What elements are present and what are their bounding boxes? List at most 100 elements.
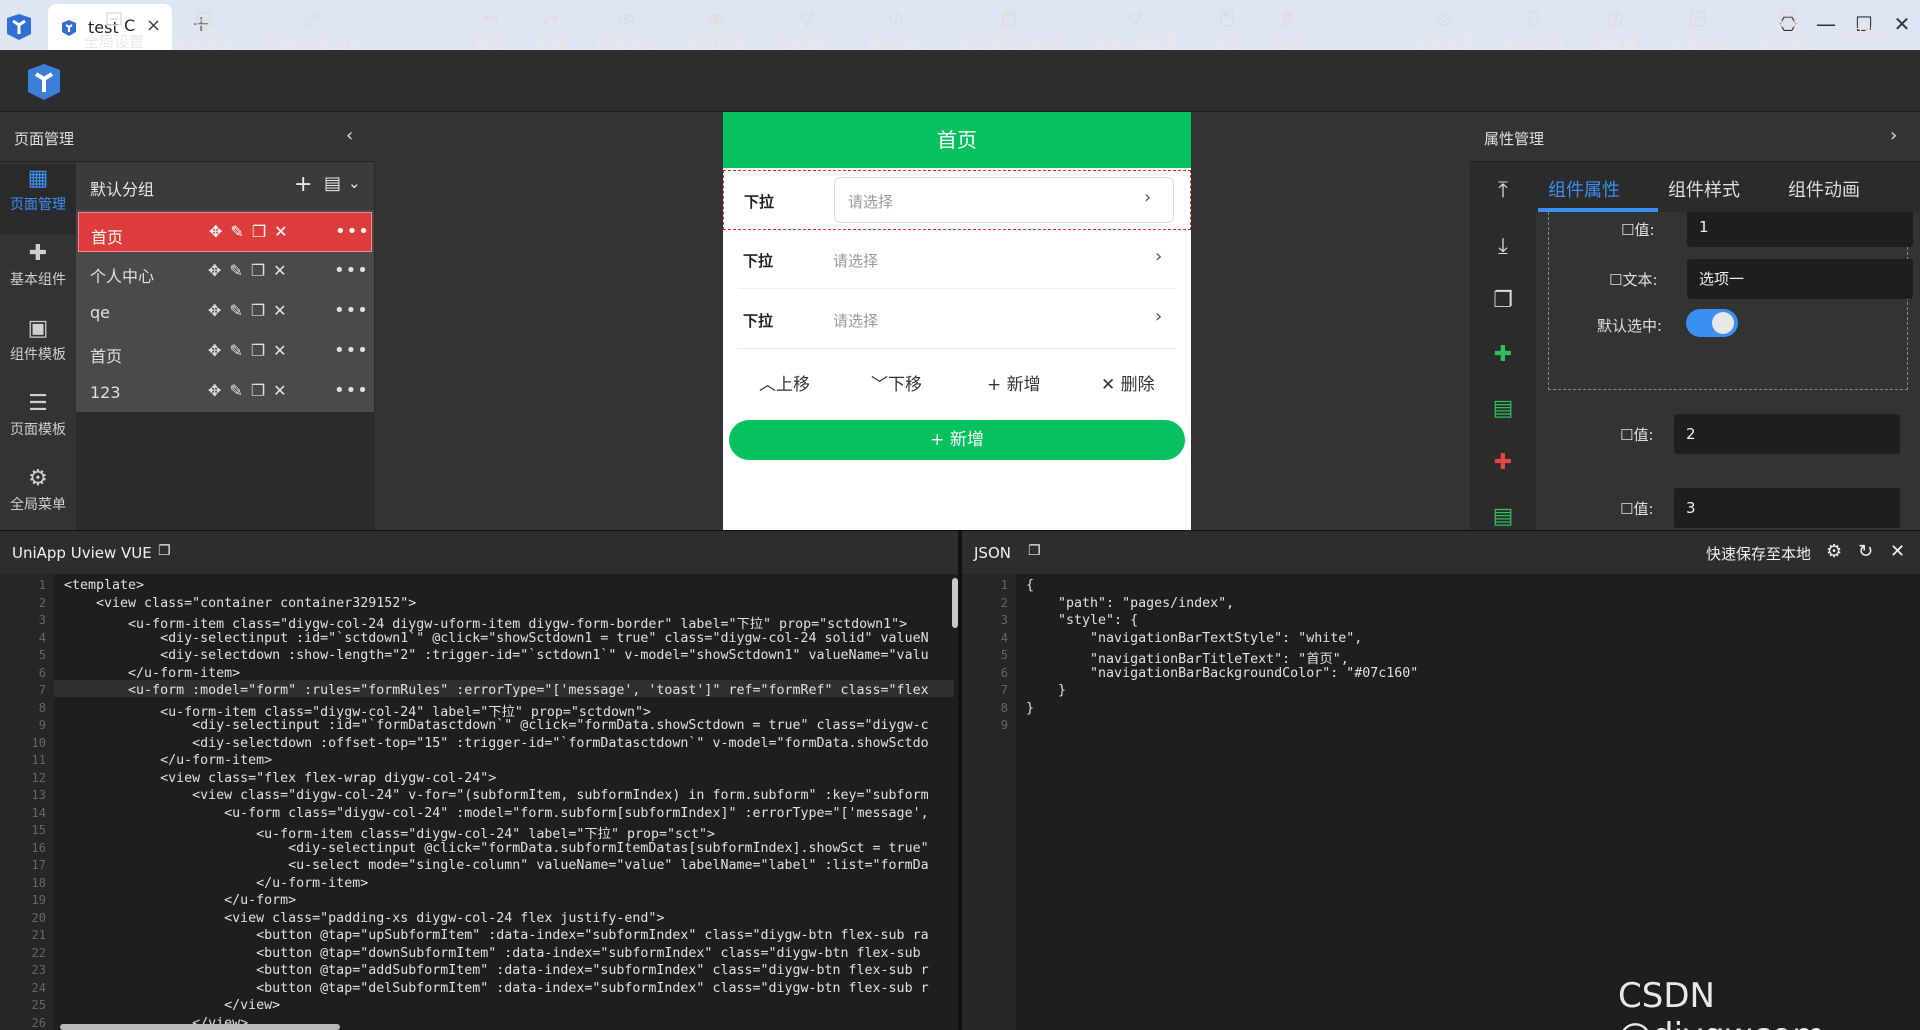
move-down-button[interactable]: ﹀下移 [871, 370, 922, 395]
page-row[interactable]: 首页 ✥✎❐✕ ••• [78, 332, 372, 372]
share-app-button[interactable]: 分享应用 [1668, 10, 1728, 56]
undo-button[interactable]: 撤销 [476, 10, 506, 56]
code-line: </view> [64, 998, 281, 1013]
page-row-actions-icon[interactable]: ✥✎❐✕ [209, 222, 296, 241]
device-preview-button[interactable]: 真机预览 [686, 10, 746, 56]
line-number: 2 [1000, 595, 1008, 610]
phone-select-row[interactable]: 下拉 请选择 › [723, 230, 1191, 290]
quick-save-button[interactable]: 快速保存至本地 [1706, 543, 1811, 564]
line-number: 9 [1000, 718, 1008, 732]
toolbar-label: 默认手机 [1504, 33, 1565, 51]
code-line: <diy-selectinput :id="`sctdown1`" @click… [64, 630, 929, 646]
gear-icon[interactable]: ⚙ [1826, 541, 1842, 562]
phone-select-row[interactable]: 下拉 请选择 › [723, 170, 1191, 230]
eye-icon [596, 10, 656, 30]
collapse-right-icon[interactable]: › [1890, 125, 1897, 146]
page-row-actions-icon[interactable]: ✥✎❐✕ [208, 341, 295, 360]
more-icon[interactable]: ••• [334, 380, 369, 401]
page-name: 首页 [91, 228, 124, 247]
close-icon[interactable]: ✕ [1890, 541, 1905, 562]
puzzle-green-icon[interactable]: ✚ [1490, 342, 1516, 368]
line-number: 17 [31, 858, 46, 872]
clear-button[interactable]: 消空 [1272, 10, 1302, 56]
value-input[interactable]: 2 [1674, 414, 1900, 454]
page-row[interactable]: qe ✥✎❐✕ ••• [78, 292, 372, 332]
page-row-actions-icon[interactable]: ✥✎❐✕ [208, 261, 295, 280]
value-input[interactable]: 1 [1687, 212, 1913, 247]
page-group-header[interactable]: 默认分组 + ▤ ⌄ [76, 162, 374, 210]
save-button[interactable]: 保存 [1212, 10, 1242, 56]
page-row-actions-icon[interactable]: ✥✎❐✕ [208, 381, 295, 400]
global-icons-button[interactable]: 全局图标 [174, 10, 234, 56]
move-top-icon[interactable]: ⤒ [1490, 178, 1516, 204]
tab-close-icon[interactable]: × [146, 15, 161, 36]
page-row[interactable]: 123 ✥✎❐✕ ••• [78, 372, 372, 412]
code-line: <view class="flex flex-wrap diygw-col-24… [64, 770, 497, 786]
json-editor[interactable]: 1 2 3 4 5 6 7 8 9 { "path": "pages/index", "styl… [962, 574, 1920, 1030]
default-phone-button[interactable]: 默认手机 [1504, 10, 1564, 56]
toolbar-label: 在线预览 [596, 33, 657, 51]
edit-green-icon[interactable]: ▤ [1490, 504, 1516, 530]
shortcuts-button[interactable]: 快捷键 [1592, 10, 1637, 56]
line-number: 20 [31, 910, 46, 925]
collapse-left-icon[interactable]: ‹ [346, 125, 353, 146]
phone-select-row[interactable]: 下拉 请选择 › [723, 290, 1191, 350]
member-center-link[interactable]: 会员中心 [1834, 24, 1894, 45]
delete-item-button[interactable]: ✕ 删除 [1101, 370, 1155, 395]
redo-button[interactable]: 重做 [536, 10, 566, 56]
copy-icon[interactable]: ❐ [158, 543, 171, 559]
line-number: 24 [31, 980, 46, 995]
export-global-config-button[interactable]: 导出全局配置 [1090, 10, 1180, 56]
more-icon[interactable]: ••• [334, 300, 369, 321]
more-icon[interactable]: ••• [334, 340, 369, 361]
tab-component-props[interactable]: 组件属性 [1548, 176, 1620, 202]
local-settings-button[interactable]: 本地设置 [1414, 10, 1474, 56]
line-number: 1 [1000, 578, 1008, 592]
page-row[interactable]: 首页 ✥✎❐✕ ••• [78, 212, 372, 252]
value-label: ☐值: [1620, 426, 1654, 444]
online-preview-button[interactable]: 在线预览 [596, 10, 656, 56]
tab-component-animation[interactable]: 组件动画 [1788, 176, 1860, 202]
export-source-button[interactable]: 导出源码 [776, 10, 836, 56]
move-bottom-icon[interactable]: ⤓ [1490, 234, 1516, 260]
line-number: 8 [1000, 700, 1008, 715]
publish-case-button[interactable]: 发布案例 [1758, 10, 1818, 56]
more-icon[interactable]: ••• [335, 221, 370, 242]
save-source-local-button[interactable]: 保存源码至本地 [956, 10, 1061, 56]
move-up-button[interactable]: ︿上移 [759, 370, 810, 395]
text-input[interactable]: 选项一 [1687, 259, 1913, 299]
add-page-icon[interactable]: + [294, 172, 312, 197]
copy-icon[interactable]: ❐ [1028, 543, 1041, 559]
default-selected-switch[interactable] [1686, 309, 1738, 337]
chevron-down-icon[interactable]: ⌄ [348, 174, 361, 192]
more-icon[interactable]: ••• [334, 260, 369, 281]
floppy-icon [1212, 10, 1242, 30]
nav-item-2[interactable]: ▣ 组件模板 [0, 314, 76, 384]
code-line: } [1026, 700, 1035, 716]
page-row[interactable]: 个人中心 ✥✎❐✕ ••• [78, 252, 372, 292]
page-row-actions-icon[interactable]: ✥✎❐✕ [208, 301, 295, 320]
nav-item-label: 全局菜单 [10, 497, 66, 513]
copy-icon[interactable]: ❐ [1490, 288, 1516, 314]
value-input[interactable]: 3 [1674, 488, 1900, 528]
global-settings-button[interactable]: 全局设置 [84, 10, 144, 56]
code-line: <button @tap="upSubformItem" :data-index… [64, 928, 929, 943]
code-editor[interactable]: 1 2 3 4 5 6 7 8 9 10 11 12 13 14 15 16 17 18 19 20 21 22 23 24 2… [0, 574, 958, 1030]
view-source-button[interactable]: 查看源码 [866, 10, 926, 56]
code-line: <diy-selectdown :show-length="2" :trigge… [64, 648, 929, 663]
refresh-icon[interactable]: ↻ [1858, 541, 1873, 562]
page-api-button[interactable]: 页面API及方法 [264, 10, 363, 56]
nav-item-1[interactable]: ✚ 基本组件 [0, 239, 76, 309]
nav-item-4[interactable]: ⚙ 全局菜单 [0, 464, 76, 534]
add-button[interactable]: + 新增 [729, 420, 1185, 460]
toolbar-label: 全局图标 [174, 33, 235, 51]
tab-component-style[interactable]: 组件样式 [1668, 176, 1740, 202]
nav-item-3[interactable]: ☰ 页面模板 [0, 389, 76, 459]
nav-item-0[interactable]: ▦ 页面管理 [0, 164, 76, 234]
add-item-button[interactable]: + 新增 [987, 370, 1041, 395]
group-doc-icon[interactable]: ▤ [324, 173, 341, 194]
line-number: 7 [38, 683, 46, 697]
document-green-icon[interactable]: ▤ [1490, 396, 1516, 422]
puzzle-red-icon[interactable]: ✚ [1490, 450, 1516, 476]
horizontal-scrollbar[interactable] [60, 1024, 340, 1030]
